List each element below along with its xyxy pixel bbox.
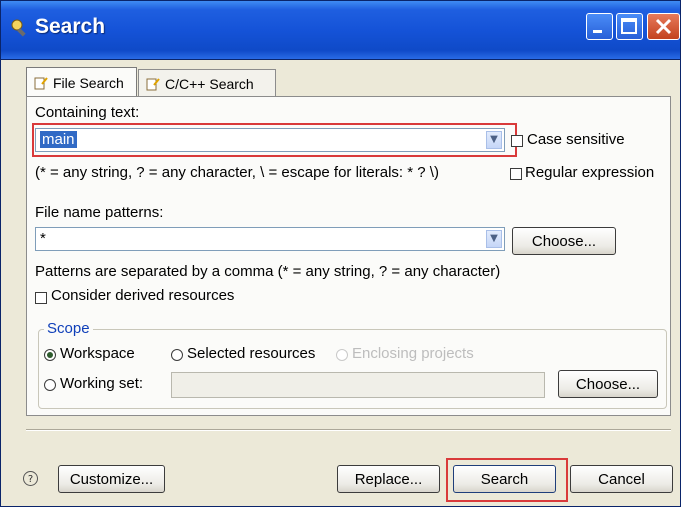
enclosing-projects-label: Enclosing projects [352,345,474,362]
derived-resources-label: Consider derived resources [51,287,235,304]
cancel-button[interactable]: Cancel [570,465,673,493]
regular-expression-checkbox[interactable] [510,168,522,180]
maximize-icon [621,18,637,34]
replace-button[interactable]: Replace... [337,465,440,493]
minimize-icon [593,30,602,33]
enclosing-projects-radio [336,349,348,361]
customize-button[interactable]: Customize... [58,465,165,493]
workspace-radio[interactable] [44,349,56,361]
choose-patterns-button[interactable]: Choose... [512,227,616,255]
case-sensitive-label: Case sensitive [527,131,625,148]
regular-expression-label: Regular expression [525,164,655,181]
title-bar[interactable]: Search [1,1,680,60]
file-patterns-value: * [40,230,46,247]
cpp-search-icon [146,77,160,90]
workspace-label: Workspace [60,345,135,362]
help-icon[interactable]: ? [23,471,38,486]
tab-cpp-search[interactable]: C/C++ Search [138,69,276,97]
working-set-field [171,372,545,398]
scope-legend: Scope [44,320,93,337]
separator [26,429,671,431]
working-set-label: Working set: [60,375,144,392]
highlight-box [446,458,568,502]
tab-label: File Search [53,74,124,91]
selected-resources-radio[interactable] [171,349,183,361]
file-search-icon [34,76,48,89]
case-sensitive-checkbox[interactable] [511,135,523,147]
derived-resources-checkbox[interactable] [35,292,47,304]
close-button[interactable] [647,13,680,40]
chevron-down-icon[interactable]: ▼ [486,230,502,248]
highlight-box [32,123,517,157]
search-flashlight-icon [11,19,26,37]
file-patterns-label: File name patterns: [35,204,164,221]
search-dialog: Search File Search C/C++ Search Containi… [0,0,681,507]
selected-resources-label: Selected resources [187,345,316,362]
choose-working-set-button[interactable]: Choose... [558,370,658,398]
containing-text-label: Containing text: [35,104,140,121]
maximize-button[interactable] [616,13,643,40]
patterns-note: Patterns are separated by a comma (* = a… [35,263,501,280]
window-title: Search [35,15,106,38]
tab-file-search[interactable]: File Search [26,67,137,97]
minimize-button[interactable] [586,13,613,40]
containing-hint: (* = any string, ? = any character, \ = … [35,164,439,181]
tab-label: C/C++ Search [165,75,254,92]
working-set-radio[interactable] [44,379,56,391]
file-patterns-combo[interactable]: * ▼ [35,227,505,251]
close-icon [655,18,672,35]
